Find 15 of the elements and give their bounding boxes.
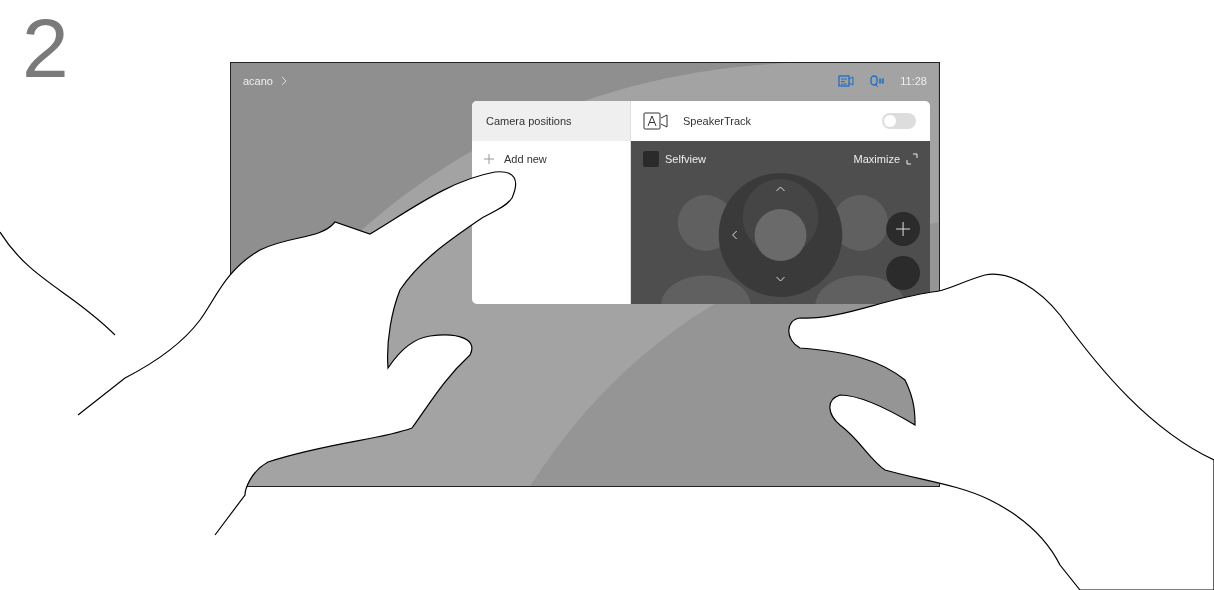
camera-icon — [643, 112, 669, 130]
step-number: 2 — [22, 6, 70, 97]
chevron-icon — [281, 76, 287, 86]
panel-title: Camera positions — [472, 101, 630, 141]
speakertrack-label: SpeakerTrack — [683, 115, 752, 127]
plus-icon — [484, 154, 494, 164]
selfview-icon[interactable] — [643, 151, 659, 167]
maximize-icon[interactable] — [906, 153, 918, 165]
add-new-button[interactable]: Add new — [472, 141, 630, 165]
microphone-icon[interactable] — [870, 75, 887, 87]
camera-icon[interactable] — [838, 75, 855, 87]
selfview-label[interactable]: Selfview — [665, 153, 706, 165]
speakertrack-toggle[interactable] — [882, 113, 916, 129]
maximize-label[interactable]: Maximize — [853, 153, 900, 165]
clock-time: 11:28 — [900, 75, 927, 87]
